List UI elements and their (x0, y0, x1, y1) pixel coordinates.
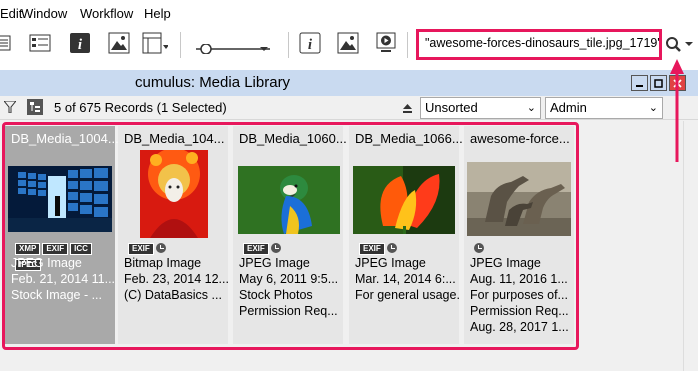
highlight-frame (2, 122, 579, 350)
toolbar-separator (180, 32, 181, 58)
search-icon[interactable] (665, 36, 695, 54)
image-icon[interactable] (106, 30, 132, 56)
toolbar-separator (288, 32, 289, 58)
sort-select-value: Unsorted (425, 100, 478, 115)
record-count: 5 of 675 Records (1 Selected) (54, 100, 227, 115)
menu-bar: Edit Window Workflow Help (0, 0, 698, 26)
window-title-bar: cumulus: Media Library (0, 70, 698, 96)
minimize-button[interactable] (631, 75, 648, 91)
image-icon[interactable] (335, 30, 361, 56)
view-select-value: Admin (550, 100, 587, 115)
play-icon[interactable] (373, 30, 399, 56)
sort-direction-icon[interactable] (402, 102, 413, 117)
view-select[interactable]: Admin ⌄ (545, 97, 663, 119)
menu-help[interactable]: Help (144, 6, 171, 21)
window-title: cumulus: Media Library (135, 74, 291, 91)
list-view-icon[interactable] (0, 30, 14, 56)
info-icon[interactable]: i (297, 30, 323, 56)
vertical-scrollbar[interactable] (683, 121, 698, 371)
hierarchy-icon[interactable] (27, 99, 43, 118)
chevron-down-icon: ⌄ (648, 102, 658, 114)
filter-icon[interactable] (2, 100, 18, 116)
toolbar-separator (407, 32, 408, 58)
sort-select[interactable]: Unsorted ⌄ (420, 97, 541, 119)
chevron-down-icon: ⌄ (526, 102, 536, 114)
maximize-button[interactable] (650, 75, 667, 91)
search-input[interactable]: "awesome-forces-dinosaurs_tile.jpg_1719"… (416, 29, 662, 60)
annotation-arrow (669, 58, 685, 166)
menu-workflow[interactable]: Workflow (80, 6, 133, 21)
info-icon[interactable]: i (67, 30, 93, 56)
detail-view-icon[interactable] (27, 30, 53, 56)
layout-icon[interactable] (142, 30, 168, 56)
menu-edit[interactable]: Edit (0, 6, 22, 21)
menu-window[interactable]: Window (21, 6, 67, 21)
zoom-slider[interactable] (194, 42, 274, 55)
